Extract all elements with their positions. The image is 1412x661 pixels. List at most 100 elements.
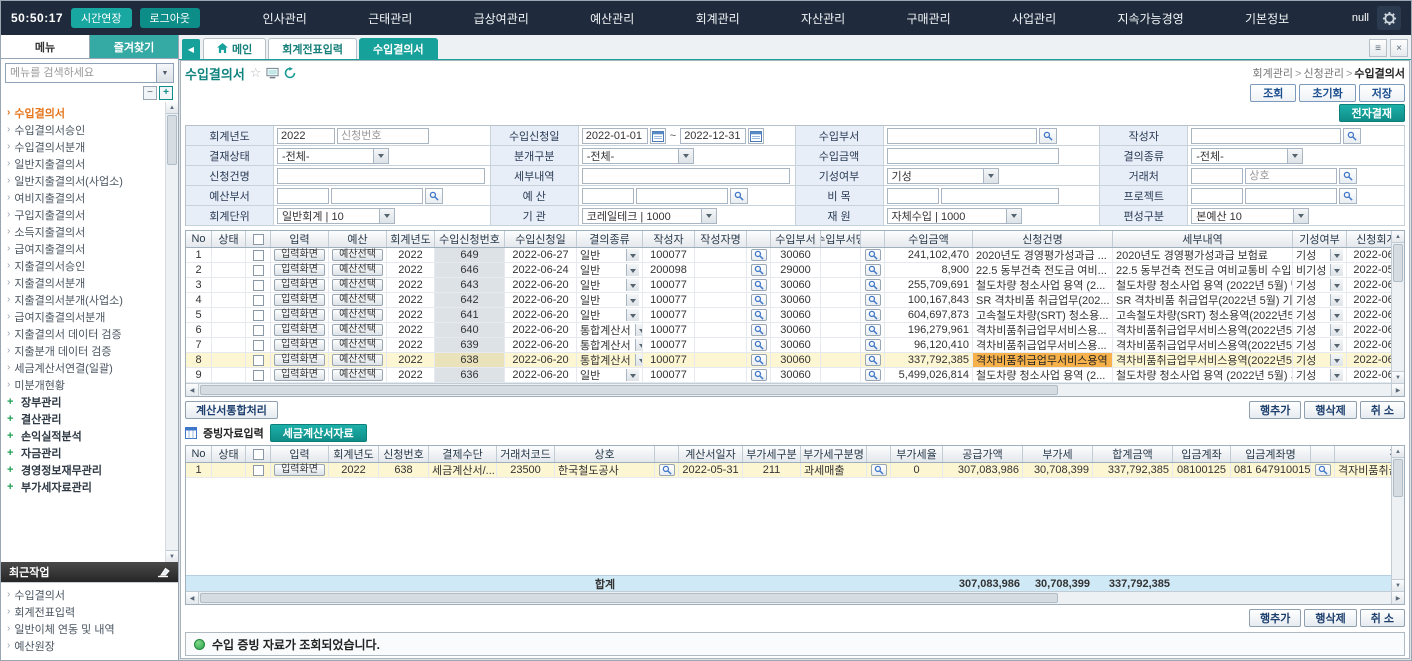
search-button[interactable]	[1339, 188, 1357, 204]
tab-item[interactable]: 수입결의서	[359, 38, 438, 59]
recent-item[interactable]: ›수입결의서	[7, 586, 172, 603]
sidebar-item[interactable]: ›지출결의서분개(사업소)	[7, 291, 162, 308]
scroll-up-arrow[interactable]: ▲	[1392, 231, 1404, 243]
search-button[interactable]	[871, 464, 887, 476]
row-checkbox[interactable]	[253, 265, 264, 276]
scroll-left-arrow[interactable]: ◀	[186, 384, 199, 396]
form-input[interactable]	[887, 188, 939, 204]
search-button[interactable]	[730, 188, 748, 204]
grid2-delete-row-button[interactable]: 행삭제	[1304, 609, 1356, 627]
cell-select[interactable]: 기성	[1296, 353, 1343, 367]
topbar-menu-item[interactable]: 지속가능경영	[1109, 10, 1191, 27]
sidebar-item[interactable]: ›여비지출결의서	[7, 189, 162, 206]
grid2-horizontal-scrollbar[interactable]: ◀ ▶	[186, 591, 1404, 604]
scroll-down-arrow[interactable]: ▼	[1392, 371, 1404, 383]
cell-select[interactable]: 일반	[580, 293, 639, 307]
cell-select[interactable]: 일반	[580, 308, 639, 322]
topbar-menu-item[interactable]: 자산관리	[793, 10, 853, 27]
table-row[interactable]: 2입력화면예산선택20226462022-06-24일반200098290008…	[186, 263, 1391, 278]
input-cell-button[interactable]: 입력화면	[274, 249, 325, 261]
tab-menu[interactable]: 메뉴	[1, 35, 89, 58]
form-input[interactable]	[277, 128, 335, 144]
electronic-approval-button[interactable]: 전자결재	[1339, 104, 1405, 122]
budget-cell-button[interactable]: 예산선택	[332, 309, 383, 321]
row-checkbox[interactable]	[253, 295, 264, 306]
form-input[interactable]	[1191, 168, 1243, 184]
input-cell-button[interactable]: 입력화면	[274, 339, 325, 351]
scrollbar-thumb[interactable]	[200, 593, 1058, 603]
row-checkbox[interactable]	[253, 280, 264, 291]
invoice-merge-button[interactable]: 계산서통합처리	[185, 401, 278, 419]
budget-cell-button[interactable]: 예산선택	[332, 294, 383, 306]
cell-select[interactable]: 통합계산서	[580, 338, 639, 352]
form-input[interactable]	[1245, 188, 1337, 204]
topbar-menu-item[interactable]: 급상여관리	[466, 10, 537, 27]
sidebar-item[interactable]: ›급여지출결의서분개	[7, 308, 162, 325]
form-input[interactable]	[337, 128, 429, 144]
form-input[interactable]	[582, 188, 634, 204]
form-select[interactable]: -전체-	[582, 148, 694, 164]
search-button[interactable]	[1039, 128, 1057, 144]
sidebar-group[interactable]: +결산관리	[7, 410, 162, 427]
search-button[interactable]	[1315, 464, 1331, 476]
tab-item[interactable]: 회계전표입력	[268, 38, 357, 59]
grid2-add-row-button[interactable]: 행추가	[1249, 609, 1301, 627]
select-all-checkbox[interactable]	[253, 449, 264, 460]
search-button[interactable]	[865, 309, 881, 321]
scrollbar-track[interactable]	[199, 592, 1391, 604]
topbar-menu-item[interactable]: 회계관리	[688, 10, 748, 27]
form-input[interactable]	[941, 188, 1059, 204]
form-select[interactable]: -전체-	[277, 148, 389, 164]
calendar-icon[interactable]	[748, 128, 764, 144]
scroll-down-arrow[interactable]: ▼	[1392, 579, 1404, 591]
tab-item[interactable]: 메인	[203, 38, 266, 59]
search-button[interactable]	[425, 188, 443, 204]
budget-cell-button[interactable]: 예산선택	[332, 264, 383, 276]
screen-icon[interactable]	[266, 67, 279, 79]
grid1-cancel-button[interactable]: 취 소	[1360, 401, 1405, 419]
input-cell-button[interactable]: 입력화면	[274, 294, 325, 306]
scroll-up-arrow[interactable]: ▲	[166, 102, 178, 114]
table-row[interactable]: 7입력화면예산선택20226392022-06-20통합계산서100077300…	[186, 338, 1391, 353]
cell-select[interactable]: 통합계산서	[580, 323, 639, 337]
sidebar-item[interactable]: ›지출결의서분개	[7, 274, 162, 291]
search-button[interactable]	[751, 324, 767, 336]
search-button[interactable]	[865, 294, 881, 306]
table-row[interactable]: 6입력화면예산선택20226402022-06-20통합계산서100077300…	[186, 323, 1391, 338]
sidebar-item[interactable]: ›구입지출결의서	[7, 206, 162, 223]
form-input[interactable]	[277, 188, 329, 204]
cell-select[interactable]: 기성	[1296, 323, 1343, 337]
search-button[interactable]	[865, 249, 881, 261]
row-checkbox[interactable]	[253, 355, 264, 366]
form-input[interactable]	[1191, 188, 1243, 204]
input-cell-button[interactable]: 입력화면	[274, 369, 325, 381]
tax-invoice-button[interactable]: 세금계산서자료	[270, 424, 367, 442]
cell-select[interactable]: 기성	[1296, 293, 1343, 307]
search-button[interactable]	[865, 354, 881, 366]
cell-select[interactable]: 기성	[1296, 278, 1343, 292]
grid1-add-row-button[interactable]: 행추가	[1249, 401, 1301, 419]
sidebar-item[interactable]: ›일반지출결의서	[7, 155, 162, 172]
scrollbar-thumb[interactable]	[200, 385, 1058, 395]
budget-cell-button[interactable]: 예산선택	[332, 339, 383, 351]
table-row[interactable]: 4입력화면예산선택20226422022-06-20일반100077300601…	[186, 293, 1391, 308]
search-button[interactable]	[865, 279, 881, 291]
scrollbar-thumb[interactable]	[167, 115, 177, 165]
sidebar-item[interactable]: ›지출결의서승인	[7, 257, 162, 274]
chevron-down-icon[interactable]: ▼	[156, 64, 173, 82]
cell-select[interactable]: 일반	[580, 368, 639, 382]
cell-select[interactable]: 통합계산서	[580, 353, 639, 367]
input-cell-button[interactable]: 입력화면	[274, 264, 325, 276]
search-button[interactable]	[751, 264, 767, 276]
calendar-icon[interactable]	[650, 128, 666, 144]
cell-select[interactable]: 비기성	[1296, 263, 1343, 277]
topbar-menu-item[interactable]: 기본정보	[1237, 10, 1297, 27]
scroll-left-arrow[interactable]: ◀	[186, 592, 199, 604]
gear-icon[interactable]	[1377, 6, 1401, 30]
search-button[interactable]	[751, 279, 767, 291]
tab-close-button[interactable]: ×	[1390, 39, 1408, 57]
recent-item[interactable]: ›일반이체 연동 및 내역	[7, 620, 172, 637]
cell-select[interactable]: 기성	[1296, 338, 1343, 352]
budget-cell-button[interactable]: 예산선택	[332, 354, 383, 366]
search-button[interactable]	[659, 464, 675, 476]
